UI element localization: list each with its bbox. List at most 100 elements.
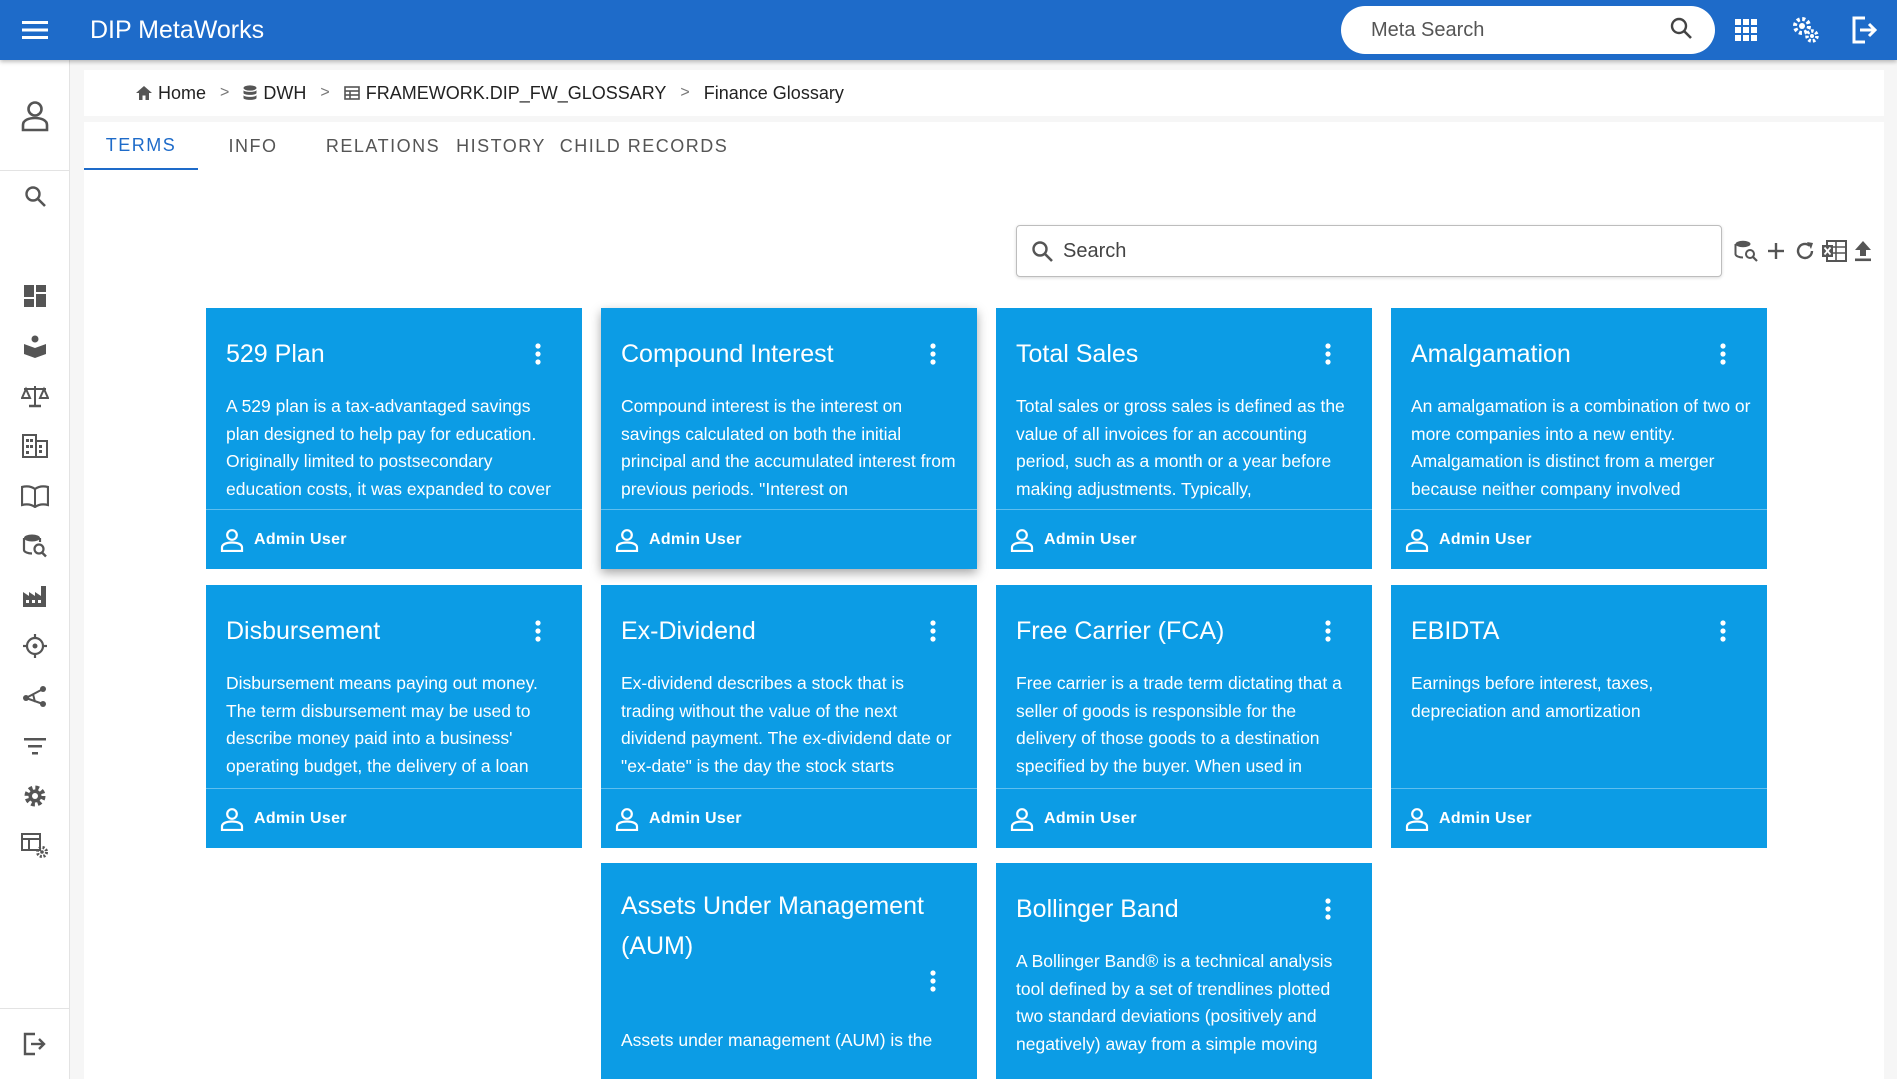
user-icon — [220, 807, 244, 831]
search-icon[interactable] — [1669, 16, 1693, 45]
term-card-footer: Admin User — [601, 788, 977, 848]
meta-search-input[interactable] — [1371, 18, 1669, 42]
more-vert-icon[interactable] — [1713, 339, 1733, 369]
search-icon — [1032, 241, 1053, 262]
term-card[interactable]: Bollinger Band A Bollinger Band® is a te… — [996, 863, 1372, 1079]
term-card-title: Ex-Dividend — [621, 617, 756, 645]
user-icon — [220, 528, 244, 552]
more-vert-icon[interactable] — [923, 339, 943, 369]
user-icon — [615, 528, 639, 552]
term-card-title: Free Carrier (FCA) — [1016, 617, 1225, 645]
term-card[interactable]: Amalgamation An amalgamation is a combin… — [1391, 308, 1767, 569]
breadcrumb-table[interactable]: FRAMEWORK.DIP_FW_GLOSSARY — [343, 82, 667, 104]
term-card[interactable]: 529 Plan A 529 plan is a tax-advantaged … — [206, 308, 582, 569]
sidebar-item-settings[interactable] — [0, 774, 70, 818]
term-card[interactable]: Free Carrier (FCA) Free carrier is a tra… — [996, 585, 1372, 848]
left-sidebar — [0, 60, 70, 1079]
more-vert-icon[interactable] — [923, 616, 943, 646]
term-card-footer: Admin User — [996, 788, 1372, 848]
sidebar-item-logout[interactable] — [0, 1022, 70, 1066]
upload-icon[interactable] — [1848, 236, 1878, 266]
term-card[interactable]: Disbursement Disbursement means paying o… — [206, 585, 582, 848]
user-icon — [1405, 807, 1429, 831]
breadcrumb-home[interactable]: Home — [136, 83, 206, 104]
term-card[interactable]: Ex-Dividend Ex-dividend describes a stoc… — [601, 585, 977, 848]
tab-relations[interactable]: RELATIONS — [308, 122, 458, 170]
add-icon[interactable] — [1761, 236, 1791, 266]
sidebar-item-governance[interactable] — [0, 374, 70, 418]
term-card-footer: Admin User — [601, 509, 977, 569]
logout-icon[interactable] — [1846, 12, 1882, 48]
term-card-user: Admin User — [254, 530, 347, 548]
user-icon — [1010, 807, 1034, 831]
breadcrumb-separator: > — [680, 84, 690, 101]
sidebar-item-lineage[interactable] — [0, 674, 70, 718]
breadcrumb-label: DWH — [263, 82, 307, 103]
sidebar-item-search[interactable] — [0, 174, 70, 218]
settings-gears-icon[interactable] — [1788, 12, 1824, 48]
more-vert-icon[interactable] — [1318, 616, 1338, 646]
more-vert-icon[interactable] — [1713, 616, 1733, 646]
term-card-title: Disbursement — [226, 617, 381, 645]
hamburger-icon — [22, 21, 48, 39]
table-settings-icon — [21, 833, 48, 858]
sidebar-item-glossary[interactable] — [0, 474, 70, 518]
more-vert-icon[interactable] — [1318, 339, 1338, 369]
logout-icon — [23, 1032, 46, 1056]
term-card-description: A 529 plan is a tax-advantaged savings p… — [226, 396, 551, 499]
breadcrumb-current: Finance Glossary — [704, 83, 844, 104]
tab-info[interactable]: INFO — [198, 122, 308, 170]
term-card[interactable]: Total Sales Total sales or gross sales i… — [996, 308, 1372, 569]
term-card-user: Admin User — [1044, 530, 1137, 548]
user-icon — [1405, 528, 1429, 552]
user-icon — [1010, 528, 1034, 552]
term-card[interactable]: Compound Interest Compound interest is t… — [601, 308, 977, 569]
term-card-title: 529 Plan — [226, 340, 325, 368]
advanced-search-icon[interactable] — [1731, 236, 1761, 266]
term-card[interactable]: Assets Under Management (AUM) Assets und… — [601, 863, 977, 1079]
sidebar-item-organization[interactable] — [0, 424, 70, 468]
term-card[interactable]: EBIDTA Earnings before interest, taxes, … — [1391, 585, 1767, 848]
term-card-description: Disbursement means paying out money. The… — [226, 673, 538, 776]
book-reader-icon — [24, 335, 46, 358]
term-card-title: Amalgamation — [1411, 340, 1571, 368]
tab-bar: TERMS INFO RELATIONS HISTORY CHILD RECOR… — [84, 122, 744, 170]
sidebar-item-profile[interactable] — [0, 94, 70, 138]
terms-search-box[interactable] — [1016, 225, 1722, 277]
tab-child-records[interactable]: CHILD RECORDS — [544, 122, 744, 170]
sidebar-item-learning[interactable] — [0, 324, 70, 368]
term-card-title: Total Sales — [1016, 340, 1139, 368]
breadcrumb-label: FRAMEWORK.DIP_FW_GLOSSARY — [365, 82, 667, 103]
export-excel-icon[interactable] — [1819, 236, 1849, 266]
tab-history[interactable]: HISTORY — [456, 122, 544, 170]
term-card-user: Admin User — [649, 530, 742, 548]
term-card-description: Compound interest is the interest on sav… — [621, 396, 956, 499]
apps-grid-icon[interactable] — [1728, 12, 1764, 48]
meta-search-box[interactable] — [1341, 6, 1715, 54]
more-vert-icon[interactable] — [528, 616, 548, 646]
search-icon — [25, 186, 46, 207]
sidebar-item-table-settings[interactable] — [0, 824, 70, 868]
breadcrumb-dwh[interactable]: DWH — [243, 83, 306, 104]
tab-terms[interactable]: TERMS — [84, 122, 198, 170]
hamburger-menu-button[interactable] — [0, 0, 70, 60]
term-card-user: Admin User — [1044, 809, 1137, 827]
sidebar-item-factory[interactable] — [0, 574, 70, 618]
sidebar-item-target[interactable] — [0, 624, 70, 668]
sidebar-item-dashboard[interactable] — [0, 274, 70, 318]
sidebar-item-data-discovery[interactable] — [0, 524, 70, 568]
sidebar-item-filter[interactable] — [0, 724, 70, 768]
term-card-title: Bollinger Band — [1016, 895, 1179, 923]
more-vert-icon[interactable] — [923, 966, 943, 996]
term-card-user: Admin User — [254, 809, 347, 827]
term-card-user: Admin User — [1439, 530, 1532, 548]
term-card-footer: Admin User — [206, 788, 582, 848]
breadcrumb: Home > DWH > FRAMEWORK.DIP_FW_GLOSSARY >… — [84, 70, 1884, 116]
more-vert-icon[interactable] — [528, 339, 548, 369]
terms-search-input[interactable] — [1063, 239, 1721, 263]
dashboard-icon — [24, 285, 46, 307]
more-vert-icon[interactable] — [1318, 894, 1338, 924]
refresh-icon[interactable] — [1790, 236, 1820, 266]
breadcrumb-label: Home — [158, 82, 207, 103]
user-icon — [21, 101, 49, 132]
